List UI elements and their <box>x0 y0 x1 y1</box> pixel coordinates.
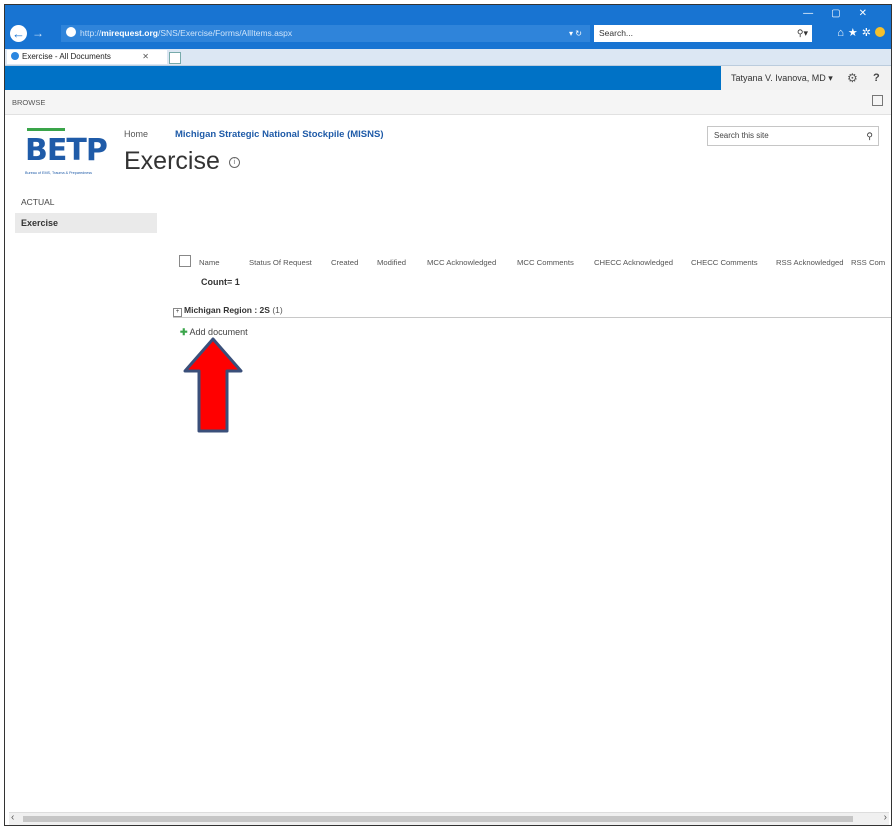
item-count: Count= 1 <box>201 277 240 287</box>
suite-bar-right: Tatyana V. Ivanova, MD ▾ ⚙ ? <box>5 66 891 90</box>
breadcrumb-home[interactable]: Home <box>124 129 148 139</box>
page-title: Exercise i <box>124 147 240 176</box>
column-header-created[interactable]: Created <box>331 258 358 267</box>
group-label: Michigan Region : 2S <box>184 305 270 315</box>
annotation-arrow-icon <box>183 337 243 433</box>
column-header-checc-acknowledged[interactable]: CHECC Acknowledged <box>594 258 673 267</box>
scroll-left-icon[interactable]: ‹ <box>11 812 14 823</box>
new-tab-button[interactable] <box>169 52 181 64</box>
group-count: (1) <box>272 305 283 315</box>
toolbar-icons: ⌂★✲ <box>837 26 885 39</box>
browser-search-input[interactable]: Search... ⚲▾ <box>594 25 812 42</box>
ribbon: BROWSE <box>5 90 891 115</box>
feedback-smiley-icon[interactable] <box>875 27 885 37</box>
column-header-mcc-comments[interactable]: MCC Comments <box>517 258 574 267</box>
scrollbar-thumb[interactable] <box>23 816 853 822</box>
home-icon[interactable]: ⌂ <box>837 27 848 39</box>
column-header-modified[interactable]: Modified <box>377 258 406 267</box>
column-header-rss-acknowledged[interactable]: RSS Acknowledged <box>776 258 844 267</box>
site-title-link[interactable]: Michigan Strategic National Stockpile (M… <box>175 129 384 140</box>
close-tab-icon[interactable]: ✕ <box>142 50 149 64</box>
browser-toolbar: —▢✕ ← → http://mirequest.org/SNS/Exercis… <box>5 5 891 49</box>
back-button-icon[interactable]: ← <box>10 25 27 42</box>
browser-search-placeholder: Search... <box>599 28 634 38</box>
focus-on-content-icon[interactable] <box>872 95 883 106</box>
info-icon[interactable]: i <box>228 156 240 168</box>
scroll-right-icon[interactable]: › <box>884 812 887 823</box>
browser-tab[interactable]: Exercise - All Documents ✕ <box>7 50 167 64</box>
horizontal-scrollbar[interactable]: ‹ › <box>9 812 889 825</box>
select-all-checkbox[interactable] <box>179 255 191 267</box>
tab-ie-icon <box>11 52 19 60</box>
column-header-mcc-acknowledged[interactable]: MCC Acknowledged <box>427 258 496 267</box>
address-bar[interactable]: http://mirequest.org/SNS/Exercise/Forms/… <box>61 25 590 42</box>
browse-tab[interactable]: BROWSE <box>12 98 45 107</box>
user-menu[interactable]: Tatyana V. Ivanova, MD ▾ ⚙ ? <box>721 66 891 90</box>
site-search-input[interactable]: Search this site ⚲ <box>707 126 879 146</box>
favorites-star-icon[interactable]: ★ <box>848 27 862 39</box>
settings-gear-icon[interactable]: ⚙ <box>847 66 858 90</box>
tab-strip: Exercise - All Documents ✕ <box>5 49 891 66</box>
column-header-checc-comments[interactable]: CHECC Comments <box>691 258 758 267</box>
url-prefix: http:// <box>80 28 102 38</box>
group-divider <box>173 317 891 318</box>
ie-page-icon <box>66 27 76 37</box>
site-search-placeholder: Search this site <box>714 131 769 140</box>
expand-group-icon[interactable]: + <box>173 308 182 317</box>
help-icon[interactable]: ? <box>873 66 880 90</box>
settings-gear-icon[interactable]: ✲ <box>862 27 875 39</box>
url-path: /SNS/Exercise/Forms/AllItems.aspx <box>157 28 293 38</box>
browser-window: —▢✕ ← → http://mirequest.org/SNS/Exercis… <box>4 4 892 826</box>
tab-title: Exercise - All Documents <box>22 52 111 61</box>
logo-subtitle: Bureau of EMS, Trauma & Preparedness <box>25 171 93 175</box>
refresh-icon[interactable]: ▾ ↻ <box>569 25 582 42</box>
window-controls[interactable]: —▢✕ <box>803 8 885 19</box>
site-logo[interactable]: BETP Bureau of EMS, Trauma & Preparednes… <box>25 125 111 181</box>
group-header[interactable]: + Michigan Region : 2S (1) <box>173 305 283 317</box>
nav-item-exercise[interactable]: Exercise <box>15 213 157 233</box>
logo-text: BETP <box>25 133 108 168</box>
column-header-name[interactable]: Name <box>199 258 220 267</box>
user-name[interactable]: Tatyana V. Ivanova, MD ▾ <box>731 66 833 90</box>
url-host: mirequest.org <box>101 28 158 38</box>
forward-button-icon[interactable]: → <box>31 25 45 42</box>
nav-section-heading[interactable]: ACTUAL <box>21 197 55 207</box>
logo-michigan-mark <box>27 128 65 131</box>
column-header-status[interactable]: Status Of Request <box>249 258 312 267</box>
search-icon[interactable]: ⚲▾ <box>797 25 808 42</box>
page-title-text: Exercise <box>124 147 220 175</box>
search-icon[interactable]: ⚲ <box>866 127 873 145</box>
column-header-rss-comments[interactable]: RSS Com <box>851 258 885 267</box>
